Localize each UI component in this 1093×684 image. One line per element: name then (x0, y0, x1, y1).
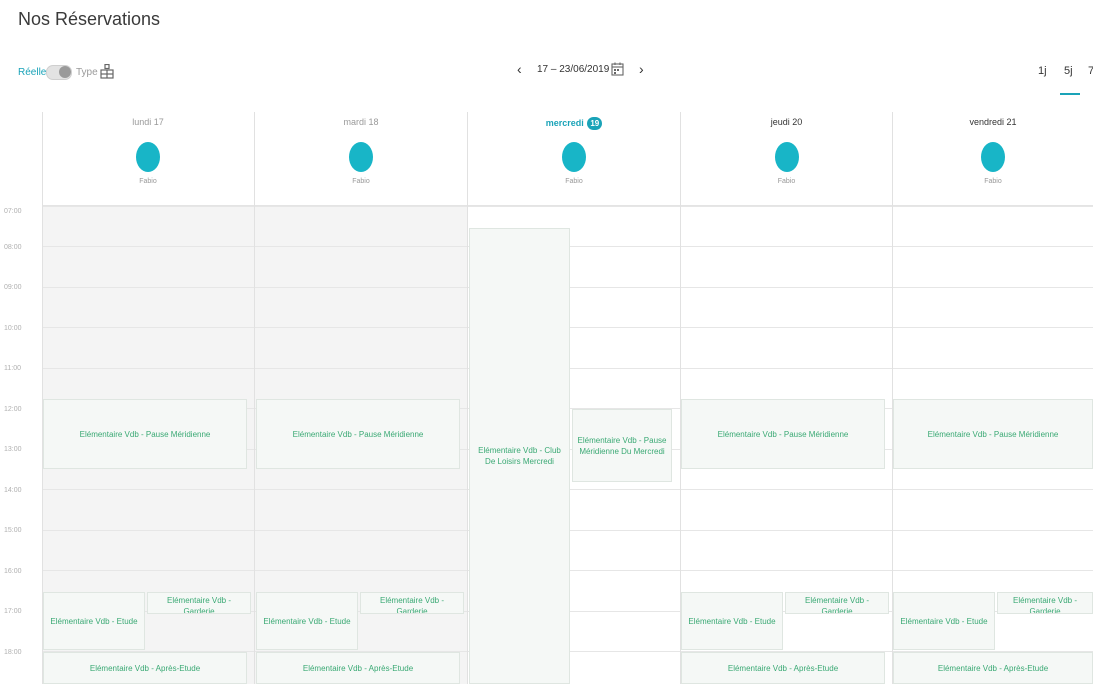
calendar: lundi 17 Fabio mardi 18 Fabio mercredi 1… (0, 112, 1093, 684)
event-pause-meridienne[interactable]: Elémentaire Vdb - Pause Méridienne (681, 399, 885, 469)
avatar-name: Fabio (139, 178, 157, 185)
time-grid: Elémentaire Vdb - Pause Méridienne Eléme… (42, 206, 1093, 684)
avatar (981, 142, 1005, 172)
hour-label: 13:00 (4, 446, 22, 453)
toggle-knob (59, 66, 71, 78)
reelle-label[interactable]: Réelle (18, 67, 46, 78)
view-5-days[interactable]: 5j (1064, 65, 1073, 77)
view-1-day[interactable]: 1j (1038, 65, 1047, 77)
hour-label: 17:00 (4, 608, 22, 615)
event-pause-meridienne[interactable]: Elémentaire Vdb - Pause Méridienne (893, 399, 1093, 469)
event-etude[interactable]: Elémentaire Vdb - Etude (256, 592, 358, 650)
day-label: jeudi 20 (770, 117, 803, 127)
day-header-vendredi: vendredi 21 Fabio (893, 112, 1093, 205)
event-pause-meridienne[interactable]: Elémentaire Vdb - Pause Méridienne (43, 399, 247, 469)
calendar-settings-icon[interactable] (100, 64, 114, 79)
day-label: vendredi 21 (969, 117, 1017, 127)
view-more[interactable]: 7 (1088, 65, 1093, 77)
day-header-jeudi: jeudi 20 Fabio (681, 112, 892, 205)
day-label: mardi 18 (343, 117, 379, 127)
event-pause-meridienne[interactable]: Elémentaire Vdb - Pause Méridienne (256, 399, 460, 469)
page-title: Nos Réservations (18, 9, 161, 29)
avatar-name: Fabio (777, 178, 796, 185)
today-badge: 19 (587, 117, 603, 130)
event-apres-etude[interactable]: Elémentaire Vdb - Après-Etude (43, 652, 247, 684)
column-divider (467, 112, 468, 684)
reelle-type-toggle[interactable] (46, 65, 72, 80)
avatar (562, 142, 586, 172)
event-garderie[interactable]: Elémentaire Vdb - Garderie (147, 592, 251, 614)
day-label: lundi 17 (132, 117, 164, 127)
day-header-mercredi: mercredi 19 Fabio (468, 112, 680, 205)
chevron-left-icon[interactable]: ‹ (517, 61, 522, 77)
event-garderie[interactable]: Elémentaire Vdb - Garderie (997, 592, 1093, 614)
avatar-name: Fabio (352, 178, 370, 185)
hour-label: 18:00 (4, 649, 22, 656)
day-header-mardi: mardi 18 Fabio (255, 112, 467, 205)
event-garderie[interactable]: Elémentaire Vdb - Garderie (360, 592, 464, 614)
hour-label: 16:00 (4, 568, 22, 575)
event-apres-etude[interactable]: Elémentaire Vdb - Après-Etude (681, 652, 885, 684)
calendar-icon[interactable] (611, 62, 624, 76)
day-label-today: mercredi 19 (468, 117, 680, 130)
hour-label: 09:00 (4, 284, 22, 291)
avatar-name: Fabio (565, 178, 583, 185)
type-label[interactable]: Type (76, 67, 98, 78)
active-view-indicator (1060, 93, 1080, 95)
hour-label: 08:00 (4, 244, 22, 251)
hour-label: 10:00 (4, 325, 22, 332)
event-apres-etude[interactable]: Elémentaire Vdb - Après-Etude (893, 652, 1093, 684)
avatar-name: Fabio (984, 178, 1002, 185)
event-garderie[interactable]: Elémentaire Vdb - Garderie (785, 592, 889, 614)
hour-label: 07:00 (4, 208, 22, 215)
event-club-loisirs[interactable]: Elémentaire Vdb - Club De Loisirs Mercre… (469, 228, 570, 684)
avatar (349, 142, 373, 172)
hour-label: 15:00 (4, 527, 22, 534)
day-header-lundi: lundi 17 Fabio (42, 112, 254, 205)
hour-label: 11:00 (4, 365, 21, 372)
hour-label: 14:00 (4, 487, 22, 494)
week-range: 17 – 23/06/2019 (537, 64, 610, 75)
event-apres-etude[interactable]: Elémentaire Vdb - Après-Etude (256, 652, 460, 684)
event-pause-mercredi[interactable]: Elémentaire Vdb - Pause Méridienne Du Me… (572, 409, 672, 482)
column-divider (42, 112, 43, 684)
column-divider (254, 112, 255, 684)
column-divider (680, 112, 681, 684)
column-divider (892, 112, 893, 684)
calendar-toolbar: Réelle Type ‹ 17 – 23/06/2019 › 1j 5j 7 (0, 55, 1093, 95)
chevron-right-icon[interactable]: › (639, 61, 644, 77)
event-etude[interactable]: Elémentaire Vdb - Etude (893, 592, 995, 650)
event-etude[interactable]: Elémentaire Vdb - Etude (43, 592, 145, 650)
hour-label: 12:00 (4, 406, 22, 413)
event-etude[interactable]: Elémentaire Vdb - Etude (681, 592, 783, 650)
avatar (774, 142, 799, 172)
avatar (136, 142, 160, 172)
hour-line (42, 206, 1093, 207)
